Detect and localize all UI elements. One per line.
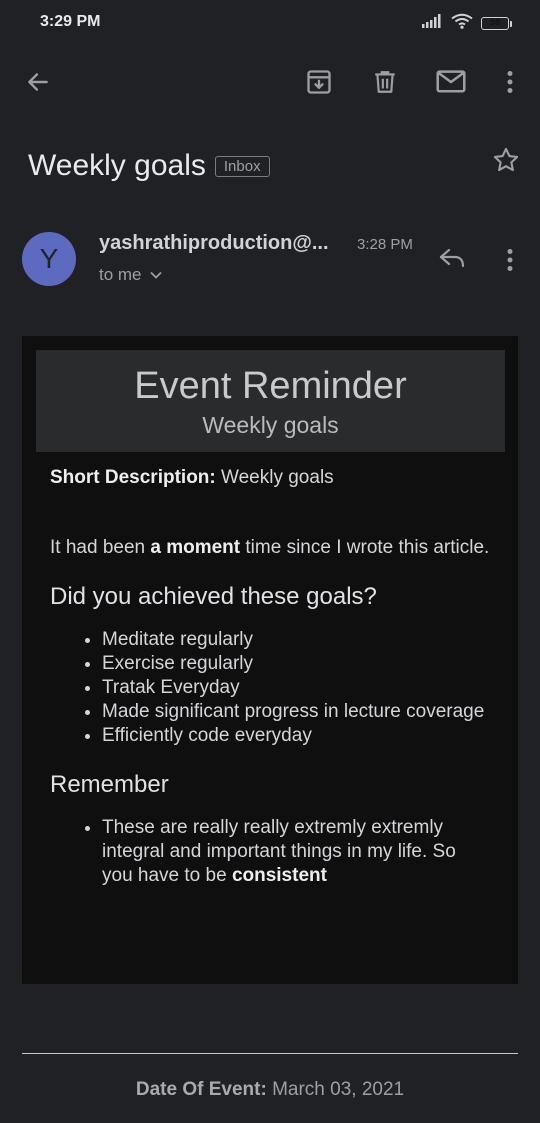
- signal-icon: [421, 14, 443, 33]
- archive-icon: [307, 70, 331, 94]
- status-time: 3:29 PM: [40, 13, 101, 30]
- goals-heading: Did you achieved these goals?: [50, 583, 377, 610]
- recipient-label: to me: [99, 265, 142, 284]
- short-description-label: Short Description:: [50, 467, 216, 488]
- intro-emphasis: a moment: [150, 537, 241, 558]
- star-button[interactable]: [492, 146, 520, 179]
- sender-row: Y yashrathiproduction@... 3:28 PM to me: [22, 230, 522, 290]
- list-item: Made significant progress in lecture cov…: [102, 700, 490, 724]
- delete-button[interactable]: [365, 62, 405, 102]
- star-icon: [493, 147, 519, 172]
- short-description-value: Weekly goals: [215, 467, 334, 488]
- list-item: These are really really extremly extreml…: [102, 816, 490, 888]
- subject-row: Weekly goals Inbox: [28, 144, 520, 188]
- list-item: Efficiently code everyday: [102, 724, 490, 748]
- mark-unread-button[interactable]: [431, 62, 471, 102]
- archive-button[interactable]: [299, 62, 339, 102]
- list-item: Tratak Everyday: [102, 676, 490, 700]
- email-content: Short Description: Weekly goals It had b…: [50, 466, 490, 888]
- list-item: Exercise regularly: [102, 652, 490, 676]
- message-more-button[interactable]: [490, 240, 530, 280]
- recipient-details-toggle[interactable]: to me: [99, 265, 162, 285]
- arrow-back-icon: [28, 73, 48, 91]
- banner-subtitle: Weekly goals: [202, 412, 339, 438]
- more-vert-icon: [507, 249, 513, 271]
- event-date-label: Date Of Event:: [135, 1079, 267, 1100]
- divider: [22, 1053, 518, 1054]
- email-toolbar: [0, 56, 540, 108]
- reply-button[interactable]: [432, 238, 472, 278]
- event-date: Date Of Event: March 03, 2021: [0, 1079, 540, 1101]
- more-vert-icon: [507, 71, 513, 93]
- status-bar: 3:29 PM 58: [0, 0, 540, 48]
- event-banner: Event Reminder Weekly goals: [36, 350, 505, 452]
- goals-list: Meditate regularly Exercise regularly Tr…: [50, 628, 490, 748]
- reply-icon: [439, 248, 465, 268]
- event-date-value: March 03, 2021: [266, 1079, 405, 1100]
- battery-icon: 58: [481, 17, 512, 30]
- banner-title: Event Reminder: [134, 365, 407, 407]
- avatar[interactable]: Y: [22, 232, 76, 286]
- mail-icon: [436, 70, 466, 93]
- short-description: Short Description: Weekly goals: [50, 466, 490, 490]
- remember-list: These are really really extremly extreml…: [50, 816, 490, 888]
- trash-icon: [375, 71, 395, 93]
- list-item: Meditate regularly: [102, 628, 490, 652]
- battery-level: 58: [489, 17, 500, 27]
- email-body: Event Reminder Weekly goals Short Descri…: [22, 336, 518, 984]
- sent-time: 3:28 PM: [357, 236, 413, 253]
- label-chip-inbox[interactable]: Inbox: [214, 155, 270, 177]
- chevron-down-icon: [149, 271, 162, 279]
- status-icons: 58: [421, 13, 512, 34]
- wifi-icon: [451, 13, 473, 34]
- intro-paragraph: It had been a moment time since I wrote …: [50, 537, 490, 558]
- sender-name[interactable]: yashrathiproduction@...: [99, 232, 329, 255]
- remember-heading: Remember: [50, 771, 169, 798]
- remember-emphasis: consistent: [231, 865, 327, 886]
- email-subject: Weekly goals: [28, 149, 206, 182]
- back-button[interactable]: [18, 62, 58, 102]
- more-options-button[interactable]: [490, 62, 530, 102]
